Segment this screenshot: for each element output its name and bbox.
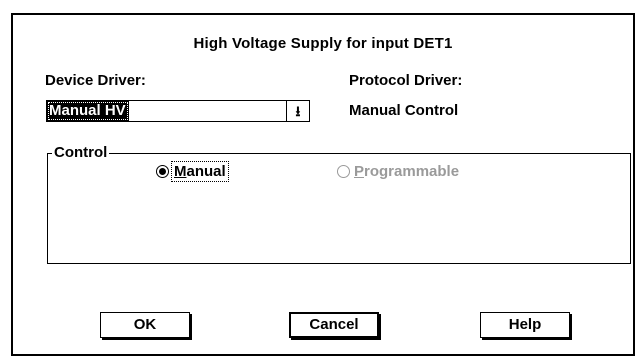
- control-groupbox: Control Manual Programmable: [47, 144, 631, 264]
- radio-selected-icon[interactable]: [156, 165, 169, 178]
- programmable-label-rest: rogrammable: [364, 163, 460, 180]
- cancel-button[interactable]: Cancel: [289, 312, 379, 338]
- control-group-label: Control: [52, 144, 110, 162]
- device-driver-dropdown[interactable]: Manual HV ⭳: [46, 100, 310, 122]
- manual-radio-option[interactable]: Manual: [156, 161, 229, 182]
- protocol-driver-value: Manual Control: [349, 102, 459, 119]
- device-driver-label: Device Driver:: [45, 72, 146, 89]
- dialog-title: High Voltage Supply for input DET1: [193, 35, 453, 52]
- programmable-radio-label: Programmable: [354, 163, 459, 180]
- help-button[interactable]: Help: [480, 312, 570, 338]
- manual-label-rest: anual: [186, 163, 226, 180]
- dropdown-field-area[interactable]: [129, 101, 286, 121]
- protocol-driver-label: Protocol Driver:: [349, 72, 463, 89]
- programmable-mnemonic: P: [354, 163, 365, 180]
- manual-mnemonic: M: [174, 163, 187, 180]
- device-driver-selected-value: Manual HV: [47, 101, 129, 121]
- radio-unselected-icon: [337, 165, 350, 178]
- manual-radio-label: Manual: [171, 161, 229, 182]
- ok-button[interactable]: OK: [100, 312, 190, 338]
- programmable-radio-option: Programmable: [337, 163, 459, 180]
- high-voltage-dialog: High Voltage Supply for input DET1 Devic…: [11, 13, 635, 356]
- dropdown-arrow-icon[interactable]: ⭳: [286, 101, 309, 121]
